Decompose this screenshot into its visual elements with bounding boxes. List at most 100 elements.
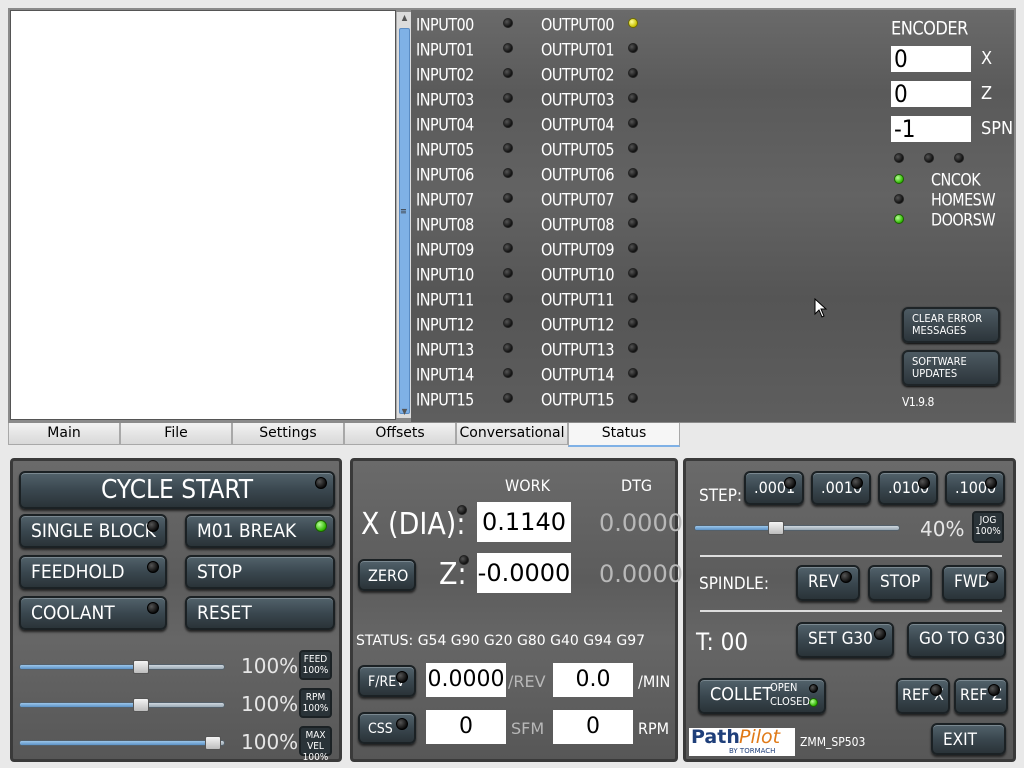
jog-slider-fill xyxy=(695,526,777,530)
override-slider-thumb[interactable] xyxy=(204,736,221,750)
tab-settings[interactable]: Settings xyxy=(232,423,344,445)
tab-main[interactable]: Main xyxy=(8,423,120,445)
step-button[interactable]: .1000 xyxy=(945,471,1005,505)
exit-button[interactable]: EXIT xyxy=(931,723,1006,755)
output-led xyxy=(628,143,638,153)
x-dtg-value: 0.0000 xyxy=(599,509,683,537)
override-slider[interactable] xyxy=(19,736,225,750)
logo-path-text: Path xyxy=(691,726,740,748)
spindle-fwd-label: FWD xyxy=(954,572,990,592)
feedhold-label: FEEDHOLD xyxy=(31,561,125,583)
encoder-value-field[interactable]: 0 xyxy=(891,46,971,72)
override-slider-fill xyxy=(20,703,143,707)
output-label: OUTPUT14 xyxy=(541,364,614,385)
tool-number: T: 00 xyxy=(696,628,749,656)
output-label: OUTPUT11 xyxy=(541,289,614,310)
cycle-start-led xyxy=(315,477,327,489)
encoder-led xyxy=(924,153,934,163)
cycle-start-button[interactable]: CYCLE START xyxy=(19,471,335,509)
scroll-up-icon[interactable]: ▲ xyxy=(398,12,411,24)
tab-offsets[interactable]: Offsets xyxy=(344,423,456,445)
override-percent: 100% xyxy=(241,692,299,716)
reset-button[interactable]: RESET xyxy=(185,596,335,630)
input-label: INPUT03 xyxy=(416,89,474,110)
jog-badge: JOG 100% xyxy=(972,511,1004,543)
software-updates-button[interactable]: SOFTWARE UPDATES xyxy=(902,350,1000,386)
output-label: OUTPUT03 xyxy=(541,89,614,110)
output-label: OUTPUT10 xyxy=(541,264,614,285)
input-led xyxy=(503,393,513,403)
input-led xyxy=(503,68,513,78)
step-button[interactable]: .0010 xyxy=(811,471,871,505)
tab-file[interactable]: File xyxy=(120,423,232,445)
feedhold-button[interactable]: FEEDHOLD xyxy=(19,555,167,589)
feed-per-rev-field[interactable]: 0.0000 xyxy=(426,663,506,697)
jog-slider[interactable] xyxy=(694,521,900,535)
scrollbar-thumb[interactable] xyxy=(399,28,410,414)
output-led xyxy=(628,43,638,53)
message-text-pane[interactable] xyxy=(10,10,396,420)
input-label: INPUT05 xyxy=(416,139,474,160)
go-to-g30-button[interactable]: GO TO G30 xyxy=(907,622,1006,658)
input-label: INPUT06 xyxy=(416,164,474,185)
override-slider[interactable] xyxy=(19,660,225,674)
input-led xyxy=(503,368,513,378)
single-block-button[interactable]: SINGLE BLOCK xyxy=(19,514,167,548)
sfm-field[interactable]: 0 xyxy=(426,710,506,744)
spindle-fwd-button[interactable]: FWD xyxy=(942,565,1006,601)
output-label: OUTPUT01 xyxy=(541,39,614,60)
spindle-rev-button[interactable]: REV xyxy=(796,565,860,601)
x-work-field[interactable]: 0.1140 xyxy=(477,502,571,542)
work-header: WORK xyxy=(505,476,550,495)
spindle-stop-button[interactable]: STOP xyxy=(868,565,932,601)
ref-x-button[interactable]: REF X xyxy=(896,678,950,714)
css-button[interactable]: CSS xyxy=(358,712,416,744)
set-g30-label: SET G30 xyxy=(808,629,873,649)
input-label: INPUT12 xyxy=(416,314,474,335)
override-slider[interactable] xyxy=(19,698,225,712)
scroll-down-icon[interactable]: ▼ xyxy=(398,406,411,418)
output-label: OUTPUT13 xyxy=(541,339,614,360)
output-led xyxy=(628,268,638,278)
encoder-value-field[interactable]: 0 xyxy=(891,81,971,107)
set-g30-button[interactable]: SET G30 xyxy=(796,622,894,658)
output-label: OUTPUT07 xyxy=(541,189,614,210)
tab-conversational[interactable]: Conversational xyxy=(456,423,568,445)
input-label: INPUT10 xyxy=(416,264,474,285)
css-label: CSS xyxy=(368,721,393,737)
clear-error-messages-button[interactable]: CLEAR ERROR MESSAGES xyxy=(902,307,1000,343)
encoder-value-field[interactable]: -1 xyxy=(891,116,971,142)
divider xyxy=(700,555,1002,557)
feed-per-min-field[interactable]: 0.0 xyxy=(553,663,633,697)
input-led xyxy=(503,193,513,203)
output-led xyxy=(628,68,638,78)
input-led xyxy=(503,243,513,253)
input-label: INPUT14 xyxy=(416,364,474,385)
rpm-field[interactable]: 0 xyxy=(553,710,633,744)
z-work-field[interactable]: -0.0000 xyxy=(477,553,571,593)
coolant-button[interactable]: COOLANT xyxy=(19,596,167,630)
input-led xyxy=(503,143,513,153)
css-led xyxy=(396,718,408,730)
input-label: INPUT00 xyxy=(416,14,474,35)
ref-z-button[interactable]: REF Z xyxy=(954,678,1008,714)
input-led xyxy=(503,43,513,53)
io-scrollbar[interactable]: ▲ ≡ ▼ xyxy=(396,12,411,418)
input-label: INPUT01 xyxy=(416,39,474,60)
zero-button[interactable]: ZERO xyxy=(358,559,416,591)
override-badge: FEED 100% xyxy=(299,650,332,680)
override-slider-thumb[interactable] xyxy=(133,660,150,674)
step-button[interactable]: .0001 xyxy=(744,471,804,505)
output-led xyxy=(628,368,638,378)
encoder-title: ENCODER xyxy=(891,17,968,40)
step-button[interactable]: .0100 xyxy=(878,471,938,505)
tab-status[interactable]: Status xyxy=(568,423,680,447)
f-rev-button[interactable]: F/REV xyxy=(358,665,416,697)
collet-button[interactable]: COLLET OPEN CLOSED xyxy=(698,678,826,714)
override-slider-thumb[interactable] xyxy=(133,698,150,712)
jog-slider-thumb[interactable] xyxy=(767,521,784,535)
stop-button[interactable]: STOP xyxy=(185,555,335,589)
step-button-led xyxy=(918,477,930,489)
m01-break-button[interactable]: M01 BREAK xyxy=(185,514,335,548)
input-label: INPUT02 xyxy=(416,64,474,85)
